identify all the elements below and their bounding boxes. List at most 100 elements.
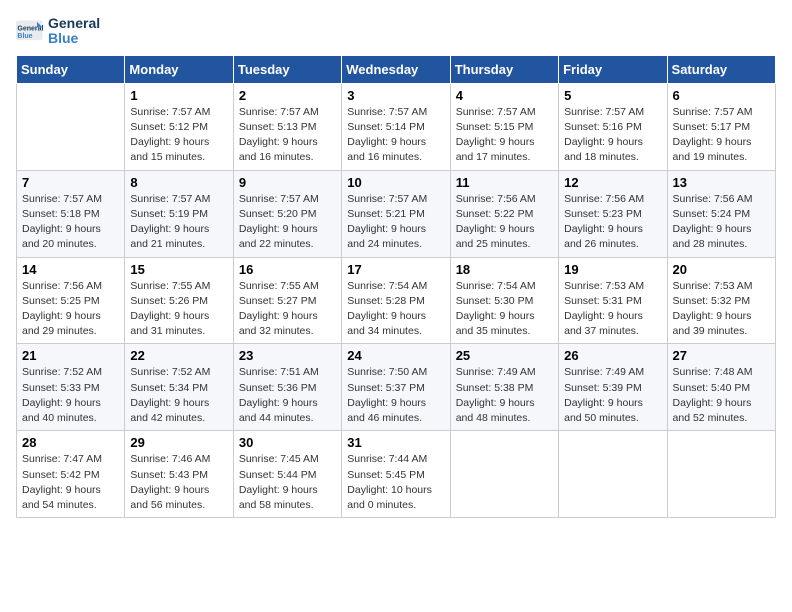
day-number: 28 [22,435,119,450]
day-number: 26 [564,348,661,363]
day-number: 10 [347,175,444,190]
calendar-cell [667,431,775,518]
calendar-header-row: SundayMondayTuesdayWednesdayThursdayFrid… [17,55,776,83]
logo: General Blue General Blue [16,16,100,47]
day-number: 4 [456,88,553,103]
calendar-cell: 7Sunrise: 7:57 AMSunset: 5:18 PMDaylight… [17,170,125,257]
day-info: Sunrise: 7:57 AMSunset: 5:16 PMDaylight:… [564,105,661,166]
day-number: 21 [22,348,119,363]
day-number: 11 [456,175,553,190]
day-info: Sunrise: 7:47 AMSunset: 5:42 PMDaylight:… [22,452,119,513]
day-info: Sunrise: 7:55 AMSunset: 5:27 PMDaylight:… [239,279,336,340]
calendar-cell: 28 Sunrise: 7:47 AMSunset: 5:42 PMDayligh… [17,431,125,518]
day-info: Sunrise: 7:56 AMSunset: 5:23 PMDaylight:… [564,192,661,253]
calendar-cell: 11 Sunrise: 7:56 AMSunset: 5:22 PMDayligh… [450,170,558,257]
day-number: 15 [130,262,227,277]
svg-text:Blue: Blue [17,33,32,40]
day-number: 14 [22,262,119,277]
day-info: Sunrise: 7:46 AMSunset: 5:43 PMDaylight:… [130,452,227,513]
calendar-cell: 13Sunrise: 7:56 AMSunset: 5:24 PMDayligh… [667,170,775,257]
calendar-cell: 17 Sunrise: 7:54 AMSunset: 5:28 PMDayligh… [342,257,450,344]
day-info: Sunrise: 7:57 AMSunset: 5:19 PMDaylight:… [130,192,227,253]
day-info: Sunrise: 7:56 AMSunset: 5:22 PMDaylight:… [456,192,553,253]
day-number: 19 [564,262,661,277]
day-info: Sunrise: 7:53 AMSunset: 5:32 PMDaylight:… [673,279,770,340]
calendar-cell: 20 Sunrise: 7:53 AMSunset: 5:32 PMDayligh… [667,257,775,344]
col-header-thursday: Thursday [450,55,558,83]
day-number: 25 [456,348,553,363]
calendar-cell [559,431,667,518]
day-number: 30 [239,435,336,450]
logo-text: General Blue [48,16,100,47]
calendar-cell: 10Sunrise: 7:57 AMSunset: 5:21 PMDayligh… [342,170,450,257]
calendar-week-2: 7Sunrise: 7:57 AMSunset: 5:18 PMDaylight… [17,170,776,257]
day-number: 5 [564,88,661,103]
calendar-cell: 16 Sunrise: 7:55 AMSunset: 5:27 PMDayligh… [233,257,341,344]
calendar-week-5: 28 Sunrise: 7:47 AMSunset: 5:42 PMDayligh… [17,431,776,518]
day-number: 2 [239,88,336,103]
day-number: 23 [239,348,336,363]
day-number: 17 [347,262,444,277]
calendar-cell: 8 Sunrise: 7:57 AMSunset: 5:19 PMDaylight… [125,170,233,257]
day-number: 16 [239,262,336,277]
day-info: Sunrise: 7:54 AMSunset: 5:28 PMDaylight:… [347,279,444,340]
day-number: 7 [22,175,119,190]
calendar-week-4: 21 Sunrise: 7:52 AMSunset: 5:33 PMDayligh… [17,344,776,431]
day-number: 13 [673,175,770,190]
day-number: 18 [456,262,553,277]
day-info: Sunrise: 7:57 AMSunset: 5:20 PMDaylight:… [239,192,336,253]
col-header-tuesday: Tuesday [233,55,341,83]
page-header: General Blue General Blue [16,16,776,47]
calendar-cell [17,83,125,170]
day-number: 31 [347,435,444,450]
day-number: 1 [130,88,227,103]
day-info: Sunrise: 7:53 AMSunset: 5:31 PMDaylight:… [564,279,661,340]
col-header-wednesday: Wednesday [342,55,450,83]
day-info: Sunrise: 7:52 AMSunset: 5:33 PMDaylight:… [22,365,119,426]
day-info: Sunrise: 7:57 AMSunset: 5:13 PMDaylight:… [239,105,336,166]
calendar-cell: 1Sunrise: 7:57 AMSunset: 5:12 PMDaylight… [125,83,233,170]
calendar-cell: 25 Sunrise: 7:49 AMSunset: 5:38 PMDayligh… [450,344,558,431]
day-info: Sunrise: 7:56 AMSunset: 5:25 PMDaylight:… [22,279,119,340]
calendar-cell: 12Sunrise: 7:56 AMSunset: 5:23 PMDayligh… [559,170,667,257]
day-number: 9 [239,175,336,190]
day-number: 8 [130,175,227,190]
col-header-saturday: Saturday [667,55,775,83]
col-header-monday: Monday [125,55,233,83]
day-info: Sunrise: 7:48 AMSunset: 5:40 PMDaylight:… [673,365,770,426]
calendar-cell: 15Sunrise: 7:55 AMSunset: 5:26 PMDayligh… [125,257,233,344]
calendar-week-3: 14 Sunrise: 7:56 AMSunset: 5:25 PMDayligh… [17,257,776,344]
calendar-cell: 9 Sunrise: 7:57 AMSunset: 5:20 PMDaylight… [233,170,341,257]
day-info: Sunrise: 7:49 AMSunset: 5:38 PMDaylight:… [456,365,553,426]
day-number: 20 [673,262,770,277]
calendar-cell: 31 Sunrise: 7:44 AMSunset: 5:45 PMDayligh… [342,431,450,518]
day-number: 24 [347,348,444,363]
day-info: Sunrise: 7:45 AMSunset: 5:44 PMDaylight:… [239,452,336,513]
calendar-cell [450,431,558,518]
calendar-cell: 30 Sunrise: 7:45 AMSunset: 5:44 PMDayligh… [233,431,341,518]
calendar-table: SundayMondayTuesdayWednesdayThursdayFrid… [16,55,776,518]
calendar-cell: 2 Sunrise: 7:57 AMSunset: 5:13 PMDaylight… [233,83,341,170]
calendar-cell: 26 Sunrise: 7:49 AMSunset: 5:39 PMDayligh… [559,344,667,431]
calendar-cell: 29 Sunrise: 7:46 AMSunset: 5:43 PMDayligh… [125,431,233,518]
day-number: 27 [673,348,770,363]
day-number: 6 [673,88,770,103]
calendar-cell: 18Sunrise: 7:54 AMSunset: 5:30 PMDayligh… [450,257,558,344]
day-number: 29 [130,435,227,450]
day-info: Sunrise: 7:57 AMSunset: 5:15 PMDaylight:… [456,105,553,166]
calendar-week-1: 1Sunrise: 7:57 AMSunset: 5:12 PMDaylight… [17,83,776,170]
calendar-cell: 14 Sunrise: 7:56 AMSunset: 5:25 PMDayligh… [17,257,125,344]
day-info: Sunrise: 7:44 AMSunset: 5:45 PMDaylight:… [347,452,444,513]
day-info: Sunrise: 7:49 AMSunset: 5:39 PMDaylight:… [564,365,661,426]
calendar-cell: 19 Sunrise: 7:53 AMSunset: 5:31 PMDayligh… [559,257,667,344]
col-header-sunday: Sunday [17,55,125,83]
calendar-cell: 4 Sunrise: 7:57 AMSunset: 5:15 PMDaylight… [450,83,558,170]
day-number: 22 [130,348,227,363]
day-number: 3 [347,88,444,103]
day-info: Sunrise: 7:52 AMSunset: 5:34 PMDaylight:… [130,365,227,426]
col-header-friday: Friday [559,55,667,83]
calendar-cell: 24Sunrise: 7:50 AMSunset: 5:37 PMDayligh… [342,344,450,431]
calendar-cell: 3Sunrise: 7:57 AMSunset: 5:14 PMDaylight… [342,83,450,170]
calendar-cell: 21 Sunrise: 7:52 AMSunset: 5:33 PMDayligh… [17,344,125,431]
calendar-cell: 22 Sunrise: 7:52 AMSunset: 5:34 PMDayligh… [125,344,233,431]
